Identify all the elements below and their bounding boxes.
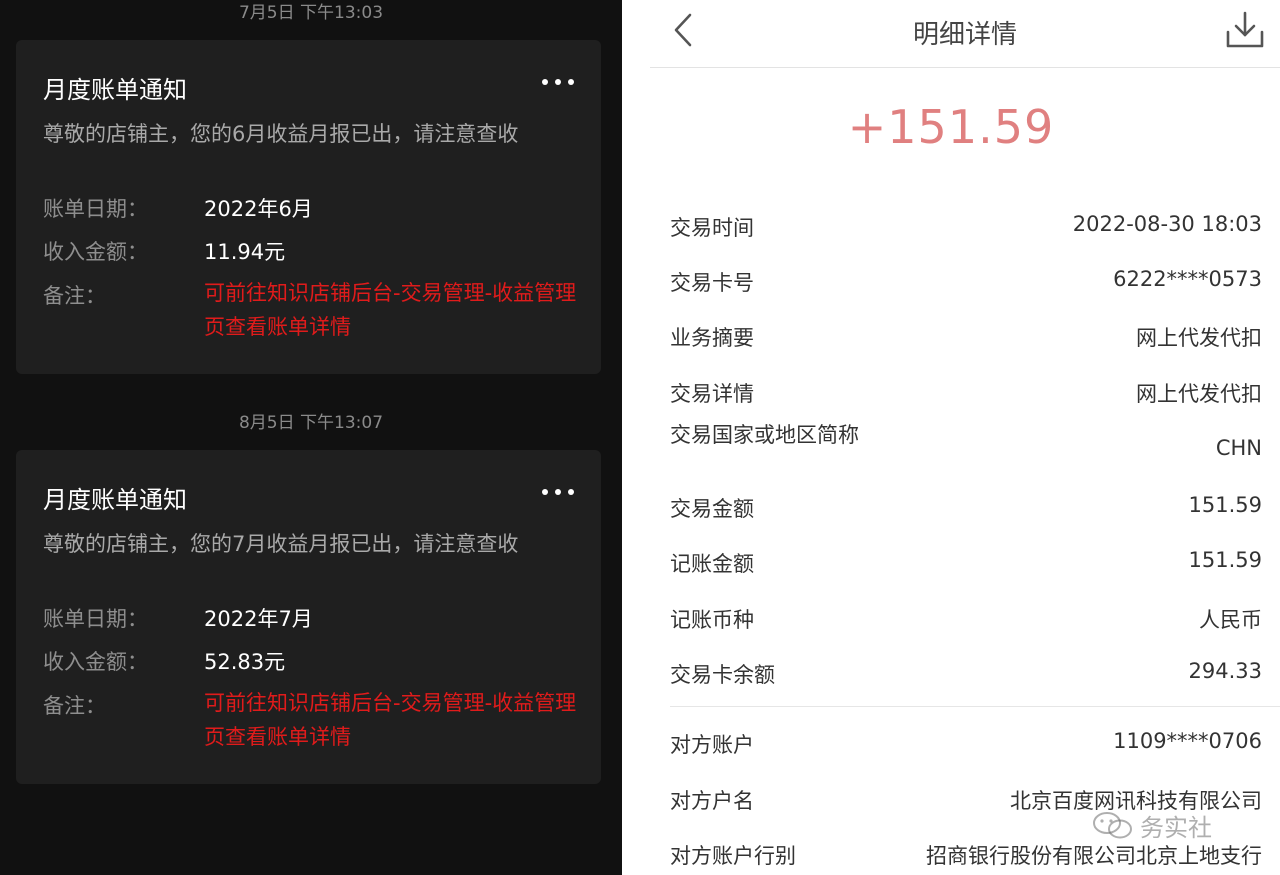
income-label: 收入金额： bbox=[43, 240, 148, 264]
detail-label: 交易详情 bbox=[670, 382, 754, 406]
timestamp: 7月5日 下午13:03 bbox=[238, 3, 384, 23]
counterparty-label: 对方户名 bbox=[670, 789, 754, 813]
counterparty-value: 招商银行股份有限公司北京上地支行 bbox=[926, 844, 1262, 868]
transaction-amount: +151.59 bbox=[847, 100, 1055, 154]
card-description: 尊敬的店铺主，您的6月收益月报已出，请注意查收 bbox=[43, 122, 519, 146]
detail-value: 294.33 bbox=[1188, 659, 1262, 683]
detail-label: 交易国家或地区简称 bbox=[670, 423, 859, 447]
card-title: 月度账单通知 bbox=[43, 486, 187, 514]
transaction-detail-panel: 明细详情 +151.59 交易时间 2022-08-30 18:03 交易卡号 … bbox=[622, 0, 1280, 875]
more-icon[interactable] bbox=[542, 488, 574, 496]
top-bar: 明细详情 bbox=[650, 0, 1280, 68]
counterparty-label: 对方账户 bbox=[670, 733, 754, 757]
page-title: 明细详情 bbox=[912, 20, 1017, 50]
detail-label: 记账币种 bbox=[670, 608, 754, 632]
card-description: 尊敬的店铺主，您的7月收益月报已出，请注意查收 bbox=[43, 532, 519, 556]
more-icon[interactable] bbox=[542, 78, 574, 86]
detail-value: 151.59 bbox=[1188, 493, 1262, 517]
detail-label: 记账金额 bbox=[670, 552, 754, 576]
remark-label: 备注： bbox=[43, 284, 106, 308]
income-value: 52.83元 bbox=[204, 650, 286, 674]
income-value: 11.94元 bbox=[204, 240, 286, 264]
notification-panel: 7月5日 下午13:03 月度账单通知 尊敬的店铺主，您的6月收益月报已出，请注… bbox=[0, 0, 622, 875]
counterparty-value: 1109****0706 bbox=[1113, 729, 1262, 753]
bill-date-value: 2022年7月 bbox=[204, 607, 313, 631]
detail-value: 网上代发代扣 bbox=[1136, 326, 1262, 350]
card-title: 月度账单通知 bbox=[43, 76, 187, 104]
bill-date-value: 2022年6月 bbox=[204, 197, 313, 221]
wechat-icon bbox=[1092, 810, 1134, 842]
remark-value: 可前往知识店铺后台-交易管理-收益管理页查看账单详情 bbox=[204, 691, 577, 749]
watermark: 务实社 bbox=[1092, 808, 1212, 843]
detail-label: 交易卡号 bbox=[670, 271, 754, 295]
notification-card[interactable]: 月度账单通知 尊敬的店铺主，您的6月收益月报已出，请注意查收 账单日期： 202… bbox=[16, 40, 601, 374]
detail-value: 6222****0573 bbox=[1113, 267, 1262, 291]
detail-label: 业务摘要 bbox=[670, 326, 754, 350]
bill-date-label: 账单日期： bbox=[43, 607, 148, 631]
detail-value: 人民币 bbox=[1199, 608, 1262, 632]
detail-value: 网上代发代扣 bbox=[1136, 382, 1262, 406]
notification-card[interactable]: 月度账单通知 尊敬的店铺主，您的7月收益月报已出，请注意查收 账单日期： 202… bbox=[16, 450, 601, 784]
detail-label: 交易金额 bbox=[670, 497, 754, 521]
detail-label: 交易卡余额 bbox=[670, 663, 775, 687]
detail-value: CHN bbox=[1215, 436, 1262, 460]
download-icon[interactable] bbox=[1224, 10, 1266, 50]
timestamp: 8月5日 下午13:07 bbox=[238, 413, 384, 433]
remark-label: 备注： bbox=[43, 694, 106, 718]
divider bbox=[670, 706, 1280, 707]
income-label: 收入金额： bbox=[43, 650, 148, 674]
detail-label: 交易时间 bbox=[670, 216, 754, 240]
bill-date-label: 账单日期： bbox=[43, 197, 148, 221]
detail-value: 151.59 bbox=[1188, 548, 1262, 572]
remark-value: 可前往知识店铺后台-交易管理-收益管理页查看账单详情 bbox=[204, 281, 577, 339]
watermark-text: 务实社 bbox=[1140, 814, 1212, 842]
counterparty-label: 对方账户行别 bbox=[670, 844, 796, 868]
detail-value: 2022-08-30 18:03 bbox=[1072, 212, 1262, 236]
